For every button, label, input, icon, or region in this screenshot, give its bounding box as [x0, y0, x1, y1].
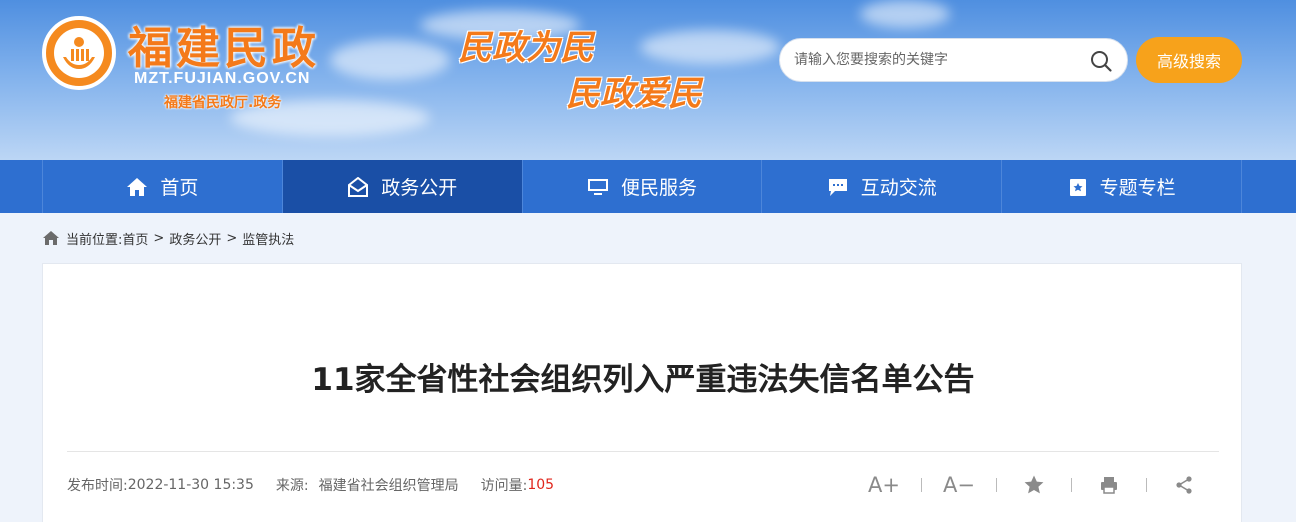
slogan-1: 民政为民: [458, 28, 594, 68]
nav-item-government-affairs[interactable]: 政务公开: [281, 160, 522, 213]
article-tools: A+ A−: [868, 471, 1199, 499]
nav-item-label: 互动交流: [860, 177, 937, 199]
breadcrumb-separator: >: [226, 230, 238, 246]
site-header: 福建民政 MZT.FUJIAN.GOV.CN 福建省民政厅.政务 民政为民 民政…: [0, 0, 1296, 160]
source-value: 福建省社会组织管理局: [318, 478, 459, 494]
print-icon-glyph: [1101, 477, 1117, 494]
home-icon: [43, 231, 59, 245]
print-icon[interactable]: [1094, 471, 1124, 499]
chat-icon: [828, 178, 847, 196]
main-nav: 首页 政务公开 便民服务 互动交流 专题专栏: [0, 160, 1296, 213]
search-box: [779, 38, 1128, 82]
search-icon[interactable]: [1089, 49, 1113, 73]
nav-item-home[interactable]: 首页: [42, 160, 282, 213]
slogan-2: 民政爱民: [566, 74, 702, 114]
nav-item-label: 首页: [160, 177, 199, 199]
search-input[interactable]: [794, 39, 1074, 81]
views-label: 访问量:: [480, 478, 528, 494]
font-decrease-icon[interactable]: A−: [943, 471, 975, 499]
divider: [67, 451, 1219, 452]
bookmark-icon: [1069, 178, 1086, 196]
star-icon[interactable]: [1019, 471, 1049, 499]
font-increase-label: A+: [868, 473, 900, 497]
home-icon: [127, 177, 148, 196]
nav-item-special-topics[interactable]: 专题专栏: [1001, 160, 1242, 213]
site-title[interactable]: 福建民政: [128, 12, 320, 76]
nav-item-label: 便民服务: [620, 177, 697, 199]
nav-item-interaction[interactable]: 互动交流: [761, 160, 1001, 213]
site-subtitle: 福建省民政厅.政务: [164, 95, 282, 111]
people-hands-icon: [63, 37, 95, 69]
site-logo-emblem[interactable]: [42, 16, 116, 90]
main-nav-inner: 首页 政务公开 便民服务 互动交流 专题专栏: [42, 160, 1242, 213]
breadcrumb-separator: >: [153, 230, 165, 246]
nav-item-label: 专题专栏: [1099, 177, 1176, 199]
breadcrumb-prefix: 当前位置:: [66, 232, 123, 248]
font-decrease-label: A−: [943, 473, 975, 497]
tool-separator: [1146, 478, 1147, 492]
publish-time: 2022-11-30 15:35: [127, 477, 254, 493]
cloud-decoration: [860, 0, 950, 28]
advanced-search-button[interactable]: 高级搜索: [1136, 37, 1242, 83]
site-domain: MZT.FUJIAN.GOV.CN: [134, 70, 311, 87]
tool-separator: [996, 478, 997, 492]
tool-separator: [921, 478, 922, 492]
tool-separator: [1071, 478, 1072, 492]
nav-item-public-service[interactable]: 便民服务: [521, 160, 762, 213]
monitor-icon: [587, 178, 608, 195]
publish-time-label: 发布时间:: [67, 478, 128, 494]
breadcrumb-link-home[interactable]: 首页: [122, 229, 148, 248]
breadcrumb: 当前位置: 首页 > 政务公开 > 监管执法: [42, 228, 294, 248]
share-icon-glyph: [1176, 476, 1192, 494]
article-card: 11家全省性社会组织列入严重违法失信名单公告 发布时间: 2022-11-30 …: [42, 263, 1242, 522]
emblem-inner: [54, 28, 104, 78]
views-count: 105: [527, 477, 555, 493]
mail-open-icon: [348, 176, 369, 197]
source-label: 来源:: [275, 478, 309, 494]
breadcrumb-link-supervision[interactable]: 监管执法: [242, 229, 294, 248]
breadcrumb-link-government-affairs[interactable]: 政务公开: [169, 229, 221, 248]
share-icon[interactable]: [1169, 471, 1199, 499]
cloud-decoration: [330, 40, 450, 80]
font-increase-icon[interactable]: A+: [868, 471, 900, 499]
star-icon-glyph: [1024, 475, 1044, 494]
article-meta: 发布时间: 2022-11-30 15:35 来源: 福建省社会组织管理局 访问…: [67, 475, 554, 495]
cloud-decoration: [640, 30, 780, 64]
nav-item-label: 政务公开: [381, 177, 458, 199]
article-title: 11家全省性社会组织列入严重违法失信名单公告: [311, 362, 975, 398]
